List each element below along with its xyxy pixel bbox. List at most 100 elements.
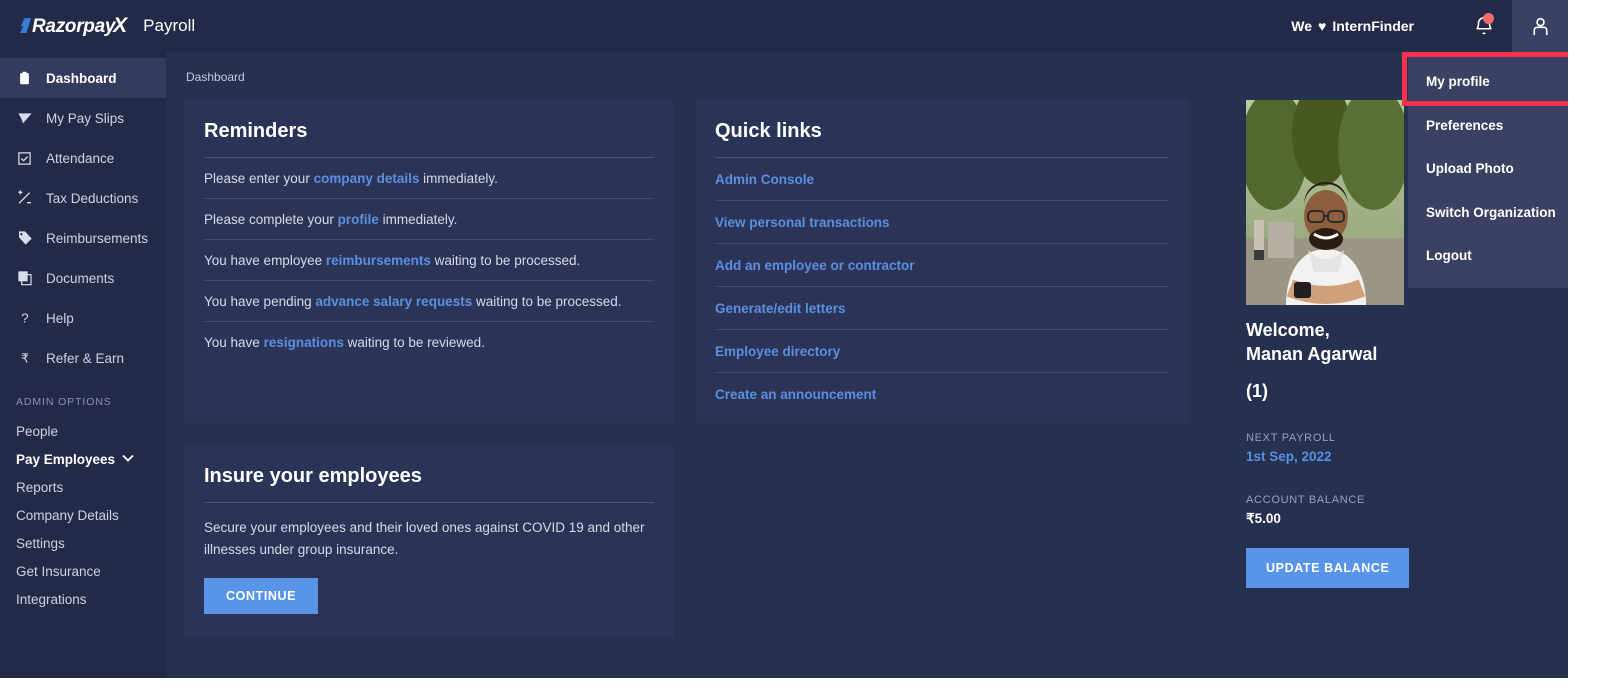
sidebar-item-reimbursements[interactable]: Reimbursements [0, 218, 166, 258]
menu-item-preferences[interactable]: Preferences [1408, 104, 1568, 148]
reminder-text-pre: Please complete your [204, 212, 338, 227]
bolt-icon [20, 18, 31, 33]
sidebar-item-label: Refer & Earn [46, 350, 125, 366]
next-payroll-label: NEXT PAYROLL [1246, 431, 1336, 444]
sidebar-item-help[interactable]: ? Help [0, 298, 166, 338]
clipboard-icon [16, 70, 33, 87]
sidebar-item-label: Dashboard [46, 70, 117, 86]
reminder-text-post: waiting to be processed. [472, 294, 622, 309]
app-window: Razorpay X Payroll We ♥ InternFinder Das… [0, 0, 1568, 678]
next-payroll-value: 1st Sep, 2022 [1246, 448, 1332, 464]
reminder-row: Please complete your profile immediately… [204, 199, 654, 240]
brand-payroll-text: Payroll [143, 16, 196, 35]
tagline-pre: We [1291, 18, 1313, 34]
main-content: Dashboard Reminders Please enter your co… [166, 52, 1228, 678]
account-balance-label: ACCOUNT BALANCE [1246, 493, 1366, 506]
sidebar-item-label: Help [46, 310, 74, 326]
profile-photo-illustration [1246, 100, 1404, 305]
sidebar-item-settings[interactable]: Settings [0, 529, 166, 557]
quick-link-add-employee-or-contractor[interactable]: Add an employee or contractor [715, 244, 1168, 287]
sidebar-item-integrations[interactable]: Integrations [0, 585, 166, 613]
reminder-row: Please enter your company details immedi… [204, 158, 654, 199]
user-menu-button[interactable] [1512, 0, 1568, 52]
brand-logo[interactable]: Razorpay X Payroll [0, 14, 195, 38]
quick-link-create-an-announcement[interactable]: Create an announcement [715, 373, 1168, 415]
sidebar-item-company-details[interactable]: Company Details [0, 501, 166, 529]
heart-icon: ♥ [1318, 18, 1327, 34]
documents-icon [16, 270, 33, 287]
cards-row: Reminders Please enter your company deta… [184, 100, 1208, 423]
reminder-link[interactable]: reimbursements [326, 253, 431, 268]
update-balance-button[interactable]: UPDATE BALANCE [1246, 547, 1410, 588]
paper-plane-icon [16, 110, 33, 127]
welcome-count: (1) [1246, 380, 1268, 401]
sidebar-item-attendance[interactable]: Attendance [0, 138, 166, 178]
notification-bell-button[interactable] [1456, 0, 1512, 52]
sidebar-nav: Dashboard My Pay Slips Attendance Tax De… [0, 52, 166, 678]
sidebar-item-tax-deductions[interactable]: Tax Deductions [0, 178, 166, 218]
sidebar-item-label: My Pay Slips [46, 110, 125, 126]
quick-link-view-personal-transactions[interactable]: View personal transactions [715, 201, 1168, 244]
reminder-text-post: immediately. [378, 212, 458, 227]
welcome-heading: Welcome, Manan Agarwal [1246, 305, 1568, 367]
welcome-line-1: Welcome, [1246, 320, 1330, 340]
quick-link-employee-directory[interactable]: Employee directory [715, 330, 1168, 373]
razorpay-logo-mark: Razorpay X [20, 14, 127, 38]
brand-x-text: X [113, 14, 128, 37]
brand-razorpay-text: Razorpay [32, 16, 116, 37]
menu-item-my-profile[interactable]: My profile [1408, 60, 1568, 104]
quick-link-generate-edit-letters[interactable]: Generate/edit letters [715, 287, 1168, 330]
sidebar-item-dashboard[interactable]: Dashboard [0, 58, 166, 98]
tagline: We ♥ InternFinder [1291, 18, 1456, 34]
insure-description: Secure your employees and their loved on… [204, 520, 645, 557]
reminder-text-pre: You have [204, 335, 264, 350]
sidebar-item-my-pay-slips[interactable]: My Pay Slips [0, 98, 166, 138]
reminder-row: You have pending advance salary requests… [204, 281, 654, 322]
chevron-down-icon [122, 454, 134, 465]
reminder-row: You have resignations waiting to be revi… [204, 322, 654, 362]
reminders-card: Reminders Please enter your company deta… [184, 100, 674, 423]
menu-item-upload-photo[interactable]: Upload Photo [1408, 147, 1568, 191]
admin-options-heading: ADMIN OPTIONS [16, 396, 112, 408]
sidebar-item-label: Get Insurance [16, 563, 101, 579]
quick-link-admin-console[interactable]: Admin Console [715, 158, 1168, 201]
reminder-text-post: waiting to be reviewed. [343, 335, 485, 350]
reminder-link[interactable]: advance salary requests [315, 294, 472, 309]
sidebar-item-people[interactable]: People [0, 417, 166, 445]
sidebar-item-label: Attendance [46, 150, 115, 166]
sidebar-item-label: Company Details [16, 507, 119, 523]
sidebar-item-documents[interactable]: Documents [0, 258, 166, 298]
reminder-link[interactable]: resignations [264, 335, 344, 350]
sidebar-item-reports[interactable]: Reports [0, 473, 166, 501]
insure-title: Insure your employees [204, 465, 422, 487]
svg-text:?: ? [21, 311, 28, 326]
sidebar-item-refer-and-earn[interactable]: ₹ Refer & Earn [0, 338, 166, 378]
menu-item-switch-organization[interactable]: Switch Organization [1408, 191, 1568, 235]
checkbox-calendar-icon [16, 150, 33, 167]
insure-employees-card: Insure your employees Secure your employ… [184, 445, 674, 639]
sidebar-item-get-insurance[interactable]: Get Insurance [0, 557, 166, 585]
plus-minus-icon [16, 190, 33, 207]
continue-button[interactable]: CONTINUE [204, 578, 319, 615]
reminder-row: You have employee reimbursements waiting… [204, 240, 654, 281]
account-balance-value: ₹5.00 [1246, 510, 1281, 526]
quick-links-title: Quick links [715, 120, 822, 142]
sidebar-item-label: Reports [16, 479, 64, 495]
header-right-group: We ♥ InternFinder [1291, 0, 1568, 52]
tagline-post: InternFinder [1332, 18, 1414, 34]
reminders-title: Reminders [204, 120, 308, 142]
avatar [1246, 100, 1404, 305]
sidebar-item-label: Settings [16, 535, 65, 551]
sidebar-item-label: Pay Employees [16, 451, 116, 467]
sidebar-item-label: Tax Deductions [46, 190, 139, 206]
sidebar-item-label: People [16, 423, 59, 439]
reminder-link[interactable]: company details [314, 171, 420, 186]
reminder-text-post: immediately. [419, 171, 498, 186]
sidebar-item-pay-employees[interactable]: Pay Employees [0, 445, 166, 473]
question-mark-icon: ? [16, 310, 33, 327]
menu-item-logout[interactable]: Logout [1408, 234, 1568, 278]
reminder-text-pre: Please enter your [204, 171, 314, 186]
reminder-link[interactable]: profile [338, 212, 379, 227]
top-header: Razorpay X Payroll We ♥ InternFinder [0, 0, 1568, 52]
reminder-text-post: waiting to be processed. [430, 253, 581, 268]
